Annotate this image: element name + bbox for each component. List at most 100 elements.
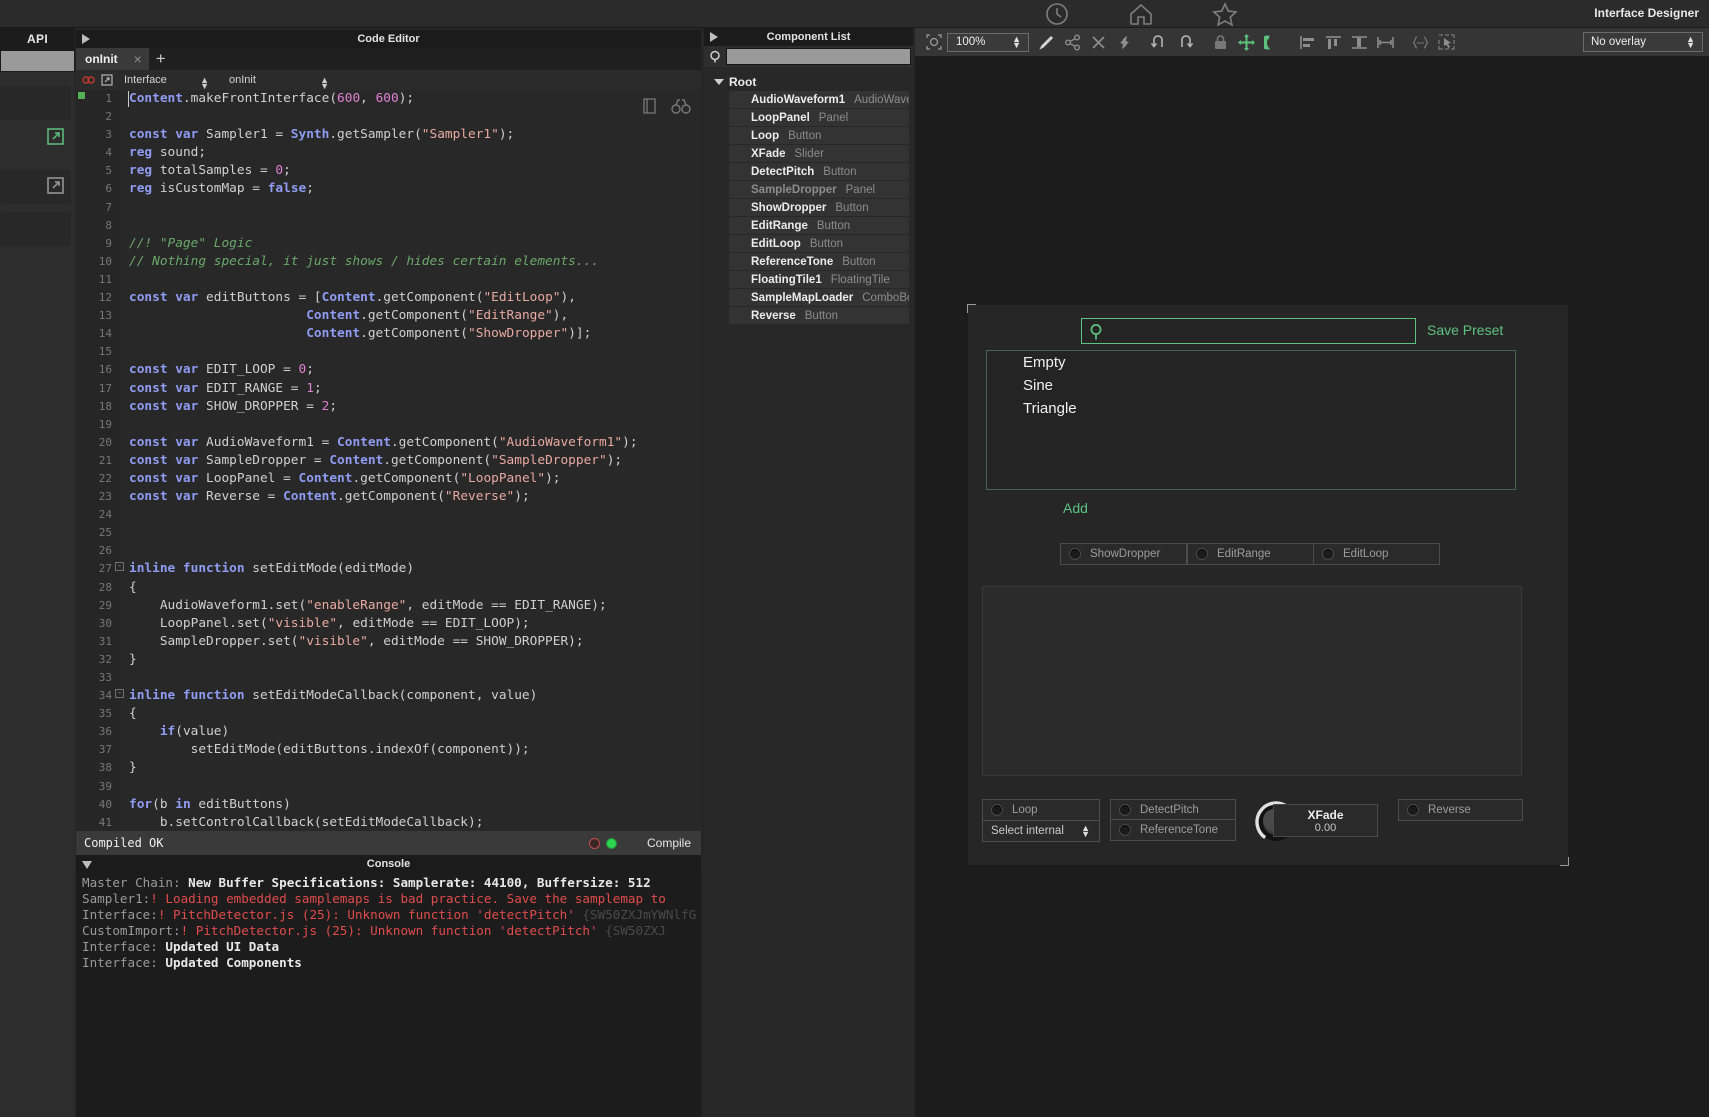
distribute-icon[interactable] — [1372, 29, 1398, 55]
console-output[interactable]: Master Chain: New Buffer Specifications:… — [76, 873, 701, 1117]
add-button[interactable]: Add — [1063, 500, 1088, 516]
component-list-item[interactable]: FloatingTile1 FloatingTile — [729, 271, 909, 288]
chevron-updown-icon[interactable]: ▲ ▼ — [200, 76, 209, 91]
component-list-item[interactable]: EditRange Button — [729, 217, 909, 234]
chevron-updown-icon[interactable]: ▲ ▼ — [1686, 35, 1695, 50]
samplemap-search-field[interactable] — [1081, 318, 1416, 344]
code-line[interactable]: 29 AudioWaveform1.set("enableRange", edi… — [76, 597, 701, 615]
home-icon[interactable] — [1124, 0, 1158, 28]
code-line[interactable]: 30 LoopPanel.set("visible", editMode == … — [76, 615, 701, 633]
showdropper-button[interactable]: ShowDropper — [1060, 543, 1187, 565]
component-list-item[interactable]: ShowDropper Button — [729, 199, 909, 216]
delete-x-icon[interactable] — [1085, 29, 1111, 55]
component-list-item[interactable]: ★ReverseButton — [729, 307, 909, 324]
code-line[interactable]: 1 Content.makeFrontInterface(600, 600); — [76, 90, 701, 108]
tree-root-node[interactable]: Root — [704, 73, 913, 90]
interface-preview[interactable]: Save Preset Empty Sine Triangle Add ShowDr… — [967, 304, 1569, 866]
code-line[interactable]: 27- inline function setEditMode(editMode) — [76, 560, 701, 578]
code-line[interactable]: 10 // Nothing special, it just shows / hi… — [76, 253, 701, 271]
select-icon[interactable] — [1433, 29, 1459, 55]
reverse-button[interactable]: Reverse — [1398, 799, 1523, 821]
brackets-icon[interactable] — [1407, 29, 1433, 55]
align-middle-icon[interactable] — [1346, 29, 1372, 55]
code-line[interactable]: 33 — [76, 669, 701, 687]
code-line[interactable]: 28 { — [76, 579, 701, 597]
external-link-icon[interactable] — [47, 177, 64, 199]
code-line[interactable]: 22 const var LoopPanel = Content.getCompo… — [76, 470, 701, 488]
share-icon[interactable] — [1059, 29, 1085, 55]
component-list-item[interactable]: AudioWaveform1 AudioWaveform — [729, 91, 909, 108]
code-line[interactable]: 2 — [76, 108, 701, 126]
align-center-icon[interactable] — [1320, 29, 1346, 55]
code-line[interactable]: 7 — [76, 199, 701, 217]
code-line[interactable]: 12 const var editButtons = [Content.getCo… — [76, 289, 701, 307]
undo-curve-icon[interactable] — [1111, 29, 1137, 55]
component-list-item[interactable]: LoopPanel Panel — [729, 109, 909, 126]
code-line[interactable]: 31 SampleDropper.set("visible", editMode… — [76, 633, 701, 651]
code-line[interactable]: 41 b.setControlCallback(setEditModeCallb… — [76, 814, 701, 831]
close-icon[interactable]: × — [126, 48, 149, 70]
component-list-item[interactable]: Loop Button — [729, 127, 909, 144]
code-line[interactable]: 40 for(b in editButtons) — [76, 796, 701, 814]
chevron-updown-icon[interactable]: ▲ ▼ — [1081, 824, 1090, 839]
api-row[interactable] — [0, 170, 71, 204]
code-line[interactable]: 13 Content.getComponent("EditRange"), — [76, 307, 701, 325]
code-editor-area[interactable]: 1 Content.makeFrontInterface(600, 600); 2 3… — [76, 90, 701, 831]
code-line[interactable]: 16 const var EDIT_LOOP = 0; — [76, 361, 701, 379]
detectpitch-button[interactable]: DetectPitch — [1110, 799, 1236, 821]
resize-handle-bottom-right[interactable] — [1560, 857, 1569, 866]
breadcrumb-oninit[interactable]: onInit ▲ ▼ — [221, 74, 341, 91]
preset-list-item[interactable]: Empty — [987, 351, 1515, 374]
editrange-button[interactable]: EditRange — [1187, 543, 1314, 565]
loop-button[interactable]: Loop — [982, 799, 1100, 821]
code-line[interactable]: 25 — [76, 524, 701, 542]
code-lines[interactable]: 1 Content.makeFrontInterface(600, 600); 2 3… — [76, 90, 701, 831]
chevron-updown-icon[interactable]: ▲ ▼ — [320, 76, 329, 91]
referencetone-button[interactable]: ReferenceTone — [1110, 819, 1236, 841]
code-line[interactable]: 39 — [76, 778, 701, 796]
overlay-select[interactable]: No overlay ▲ ▼ — [1583, 32, 1703, 52]
component-list-item[interactable]: SampleMapLoader ComboBox — [729, 289, 909, 306]
zoom-fit-icon[interactable] — [921, 29, 947, 55]
code-line[interactable]: 38} — [76, 759, 701, 777]
component-list-item[interactable]: ReferenceTone Button — [729, 253, 909, 270]
tab-oninit[interactable]: onInit — [76, 48, 127, 70]
samplemap-loader-select[interactable]: Select internal ▲ ▼ — [982, 820, 1100, 842]
code-line[interactable]: 15 — [76, 343, 701, 361]
external-link-icon[interactable] — [47, 128, 64, 150]
code-line[interactable]: 26 — [76, 542, 701, 560]
popout-icon[interactable] — [98, 74, 116, 86]
rotate-icon[interactable] — [1259, 29, 1285, 55]
code-line[interactable]: 11 — [76, 271, 701, 289]
code-line[interactable]: 14 Content.getComponent("ShowDropper")]; — [76, 325, 701, 343]
book-icon[interactable] — [642, 98, 657, 119]
code-line[interactable]: 3 const var Sampler1 = Synth.getSampler("… — [76, 126, 701, 144]
component-list-item[interactable]: ★SampleDropperPanel — [729, 181, 909, 198]
code-line[interactable]: 19 — [76, 416, 701, 434]
code-line[interactable]: 6 reg isCustomMap = false; — [76, 180, 701, 198]
code-line[interactable]: 21 const var SampleDropper = Content.getC… — [76, 452, 701, 470]
save-preset-button[interactable]: Save Preset — [1427, 322, 1503, 338]
clock-icon[interactable] — [1040, 0, 1074, 28]
zoom-level-select[interactable]: 100% ▲ ▼ — [947, 32, 1029, 52]
component-list-item[interactable]: DetectPitch Button — [729, 163, 909, 180]
edit-pencil-icon[interactable] — [1033, 29, 1059, 55]
collapse-arrow-icon[interactable] — [82, 861, 92, 869]
api-row[interactable] — [0, 128, 71, 162]
code-line[interactable]: 37 setEditMode(editButtons.indexOf(compo… — [76, 741, 701, 759]
fold-toggle-icon[interactable]: - — [115, 689, 124, 699]
collapse-arrow-icon[interactable] — [82, 34, 90, 44]
preset-list-item[interactable]: Sine — [987, 374, 1515, 397]
xfade-display[interactable]: XFade 0.00 — [1273, 804, 1378, 837]
designer-canvas[interactable]: Save Preset Empty Sine Triangle Add ShowDr… — [915, 56, 1709, 1117]
code-line[interactable]: 4 reg sound; — [76, 144, 701, 162]
preset-listbox[interactable]: Empty Sine Triangle — [986, 350, 1516, 490]
code-line[interactable]: 18 const var SHOW_DROPPER = 2; — [76, 398, 701, 416]
code-line[interactable]: 9 //! "Page" Logic — [76, 235, 701, 253]
code-line[interactable]: 36 if(value) — [76, 723, 701, 741]
code-line[interactable]: 17 const var EDIT_RANGE = 1; — [76, 380, 701, 398]
align-left-icon[interactable] — [1294, 29, 1320, 55]
move-icon[interactable] — [1233, 29, 1259, 55]
lock-icon[interactable] — [1207, 29, 1233, 55]
add-tab-button[interactable]: + — [149, 48, 173, 70]
